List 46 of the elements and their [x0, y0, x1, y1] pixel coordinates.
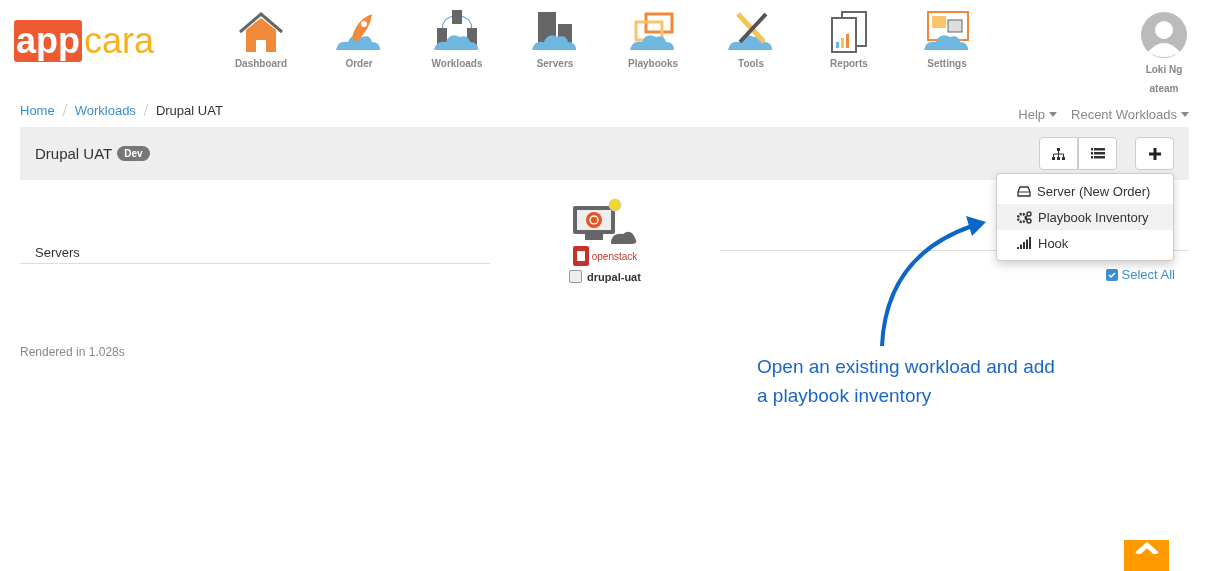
server-node-icon[interactable] — [571, 198, 639, 246]
nav-item[interactable]: Reports — [800, 0, 898, 69]
list-icon — [1090, 148, 1105, 159]
nav-item[interactable]: Playbooks — [604, 0, 702, 69]
drive-icon — [1017, 185, 1031, 197]
dropdown-link[interactable]: Help — [1018, 106, 1057, 122]
menu-item[interactable]: Hook — [997, 230, 1173, 256]
nav-item[interactable]: Order — [310, 0, 408, 69]
render-time: Rendered in 1.028s — [20, 345, 126, 359]
separator-icon — [61, 104, 68, 116]
gears-icon — [1017, 210, 1032, 224]
separator-icon — [142, 104, 149, 116]
caret-icon — [1181, 111, 1189, 117]
menu-item[interactable]: Playbook Inventory — [997, 204, 1173, 230]
menu-item[interactable]: Server (New Order) — [997, 178, 1173, 204]
chevron-up-icon — [1133, 540, 1160, 554]
house-icon — [236, 10, 286, 54]
breadcrumb-current: Drupal UAT — [155, 102, 223, 118]
checkbox[interactable] — [569, 270, 583, 283]
nav-item[interactable]: Workloads — [408, 0, 506, 69]
annotation-text: Open an existing workload and add a playbook inventory — [757, 355, 1056, 408]
cloud-provider: openstack — [591, 250, 638, 262]
appcara-logo[interactable]: appcara — [14, 20, 204, 62]
environment-badge: Dev — [117, 146, 150, 161]
select-all-link[interactable]: Select All — [1105, 267, 1175, 282]
checkbox-icon — [1105, 268, 1118, 281]
nav-item[interactable]: Settings — [898, 0, 996, 69]
workload-title: Drupal UAT — [35, 145, 113, 162]
caret-icon — [1049, 111, 1057, 117]
breadcrumb-link[interactable]: Workloads — [74, 102, 136, 118]
add-button[interactable] — [1135, 137, 1174, 170]
plus-icon — [1148, 147, 1161, 160]
nav-item[interactable]: Tools — [702, 0, 800, 69]
server-name: drupal-uat — [587, 270, 641, 283]
dropdown-link[interactable]: Recent Workloads — [1071, 106, 1189, 122]
nav-item[interactable]: Servers — [506, 0, 604, 69]
signal-icon — [1017, 237, 1032, 249]
sitemap-icon — [1052, 147, 1065, 160]
breadcrumb-link[interactable]: Home — [20, 102, 55, 118]
cloud-logo-icon — [572, 246, 589, 266]
list-view-button[interactable] — [1078, 137, 1117, 170]
diagram-view-button[interactable] — [1039, 137, 1078, 170]
user-team: ateam — [1149, 82, 1179, 96]
user-name: Loki Ng — [1145, 63, 1183, 77]
nav-item[interactable]: Dashboard — [212, 0, 310, 69]
section-heading: Servers — [35, 245, 80, 260]
